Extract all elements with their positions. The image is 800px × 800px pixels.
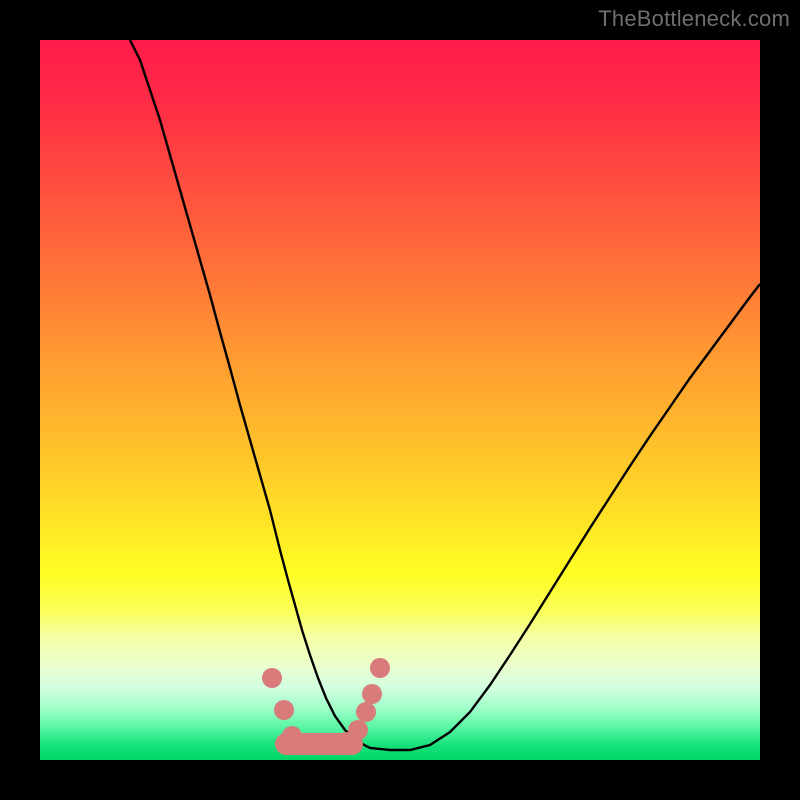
curve-layer <box>40 40 760 760</box>
right-dot-1 <box>348 720 368 740</box>
bottom-dot-3 <box>318 734 338 754</box>
right-dot-3 <box>362 684 382 704</box>
chart-frame: TheBottleneck.com <box>0 0 800 800</box>
bottom-dot-1 <box>282 726 302 746</box>
bottom-dot-2 <box>300 734 320 754</box>
watermark-text: TheBottleneck.com <box>598 6 790 32</box>
bottleneck-curve <box>130 40 760 750</box>
right-dot-2 <box>356 702 376 722</box>
left-upper-dot <box>262 668 282 688</box>
left-lower-dot <box>274 700 294 720</box>
plot-area <box>40 40 760 760</box>
right-upper-dot <box>370 658 390 678</box>
